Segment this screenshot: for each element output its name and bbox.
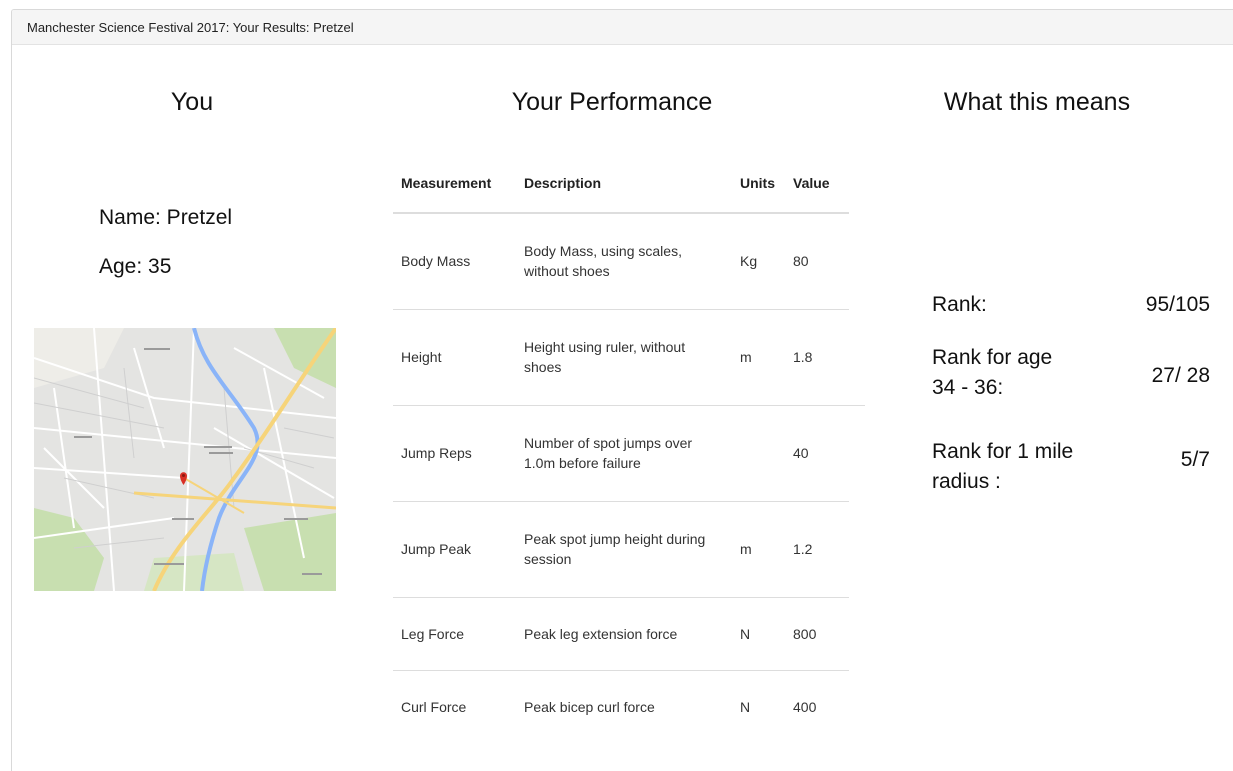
performance-table: Measurement Description Units Value Body… (393, 153, 849, 743)
cell-measurement: Curl Force (393, 669, 516, 743)
results-panel: Manchester Science Festival 2017: Your R… (11, 9, 1233, 771)
cell-description: Height using ruler, without shoes (516, 308, 732, 405)
cell-measurement: Leg Force (393, 596, 516, 670)
rank-label-line: Rank for 1 mile (932, 440, 1074, 463)
cell-value: 1.2 (785, 500, 849, 597)
cell-value: 1.8 (785, 308, 849, 405)
rank-value: 95/105 (1145, 293, 1210, 316)
rank-value: 5/7 (1180, 448, 1210, 471)
cell-description: Peak bicep curl force (516, 669, 732, 743)
cell-description: Peak spot jump height during session (516, 500, 732, 597)
table-row: Jump Peak Peak spot jump height during s… (393, 500, 849, 597)
rank-age-group: Rank for age 34 - 36: 27/ 28 (932, 343, 1210, 407)
cell-measurement: Jump Reps (393, 404, 516, 501)
column-header-description: Description (516, 153, 732, 214)
table-row: Curl Force Peak bicep curl force N 400 (393, 669, 849, 743)
table-row: Height Height using ruler, without shoes… (393, 308, 849, 405)
cell-description: Peak leg extension force (516, 596, 732, 670)
column-header-value: Value (785, 153, 849, 214)
profile-name: Name: Pretzel (99, 206, 233, 229)
table-header-row: Measurement Description Units Value (393, 153, 849, 214)
cell-value: 400 (785, 669, 849, 743)
map-graphic (34, 328, 336, 591)
cell-measurement: Jump Peak (393, 500, 516, 597)
cell-value: 800 (785, 596, 849, 670)
you-heading: You (170, 88, 214, 116)
cell-units: N (732, 596, 785, 670)
cell-units: m (732, 308, 785, 405)
profile-age: Age: 35 (99, 255, 172, 278)
row-divider (849, 405, 865, 406)
cell-units: m (732, 500, 785, 597)
column-header-units: Units (732, 153, 785, 214)
rank-mile-radius: Rank for 1 mile radius : 5/7 (932, 437, 1210, 501)
cell-description: Body Mass, using scales, without shoes (524, 243, 682, 280)
cell-measurement: Height (393, 308, 516, 405)
table-row: Body Mass Body Mass, using scales, witho… (393, 213, 849, 309)
rank-value: 27/ 28 (1151, 364, 1210, 387)
cell-units (732, 404, 785, 501)
column-header-measurement: Measurement (393, 153, 516, 214)
rank-label: Rank: (932, 293, 987, 316)
rank-label-line: radius : (932, 470, 1001, 493)
panel-heading: Manchester Science Festival 2017: Your R… (12, 10, 1233, 45)
meaning-heading: What this means (943, 88, 1131, 116)
rank-label: Rank for 1 mile radius : (932, 437, 1073, 497)
table-row: Leg Force Peak leg extension force N 800 (393, 596, 849, 670)
rank-label: Rank for age 34 - 36: (932, 343, 1052, 403)
cell-value: 80 (793, 253, 809, 270)
cell-units: Kg (740, 253, 758, 270)
performance-heading: Your Performance (511, 88, 713, 116)
rank-label-line: 34 - 36: (932, 376, 1004, 399)
cell-description: Number of spot jumps over 1.0m before fa… (516, 404, 732, 501)
cell-value: 40 (785, 404, 849, 501)
cell-measurement: Body Mass (401, 253, 471, 270)
cell-units: N (732, 669, 785, 743)
rank-overall: Rank: 95/105 (932, 290, 1210, 322)
rank-label-line: Rank for age (932, 346, 1053, 369)
location-map[interactable] (34, 328, 336, 591)
table-row: Jump Reps Number of spot jumps over 1.0m… (393, 404, 849, 501)
